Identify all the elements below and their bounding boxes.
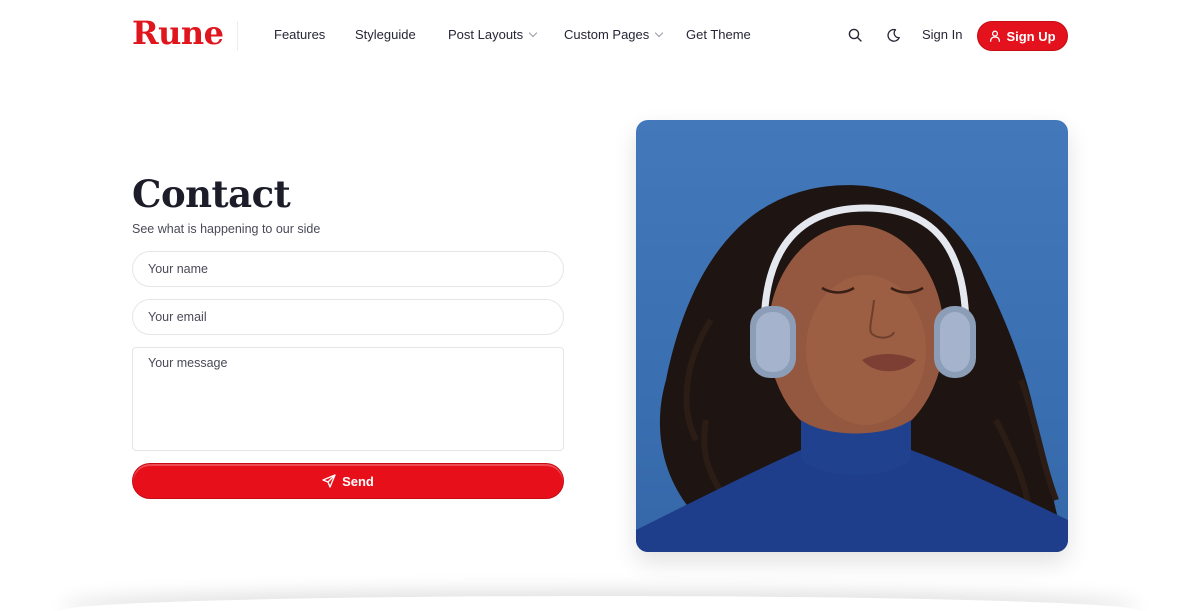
nav-label: Features <box>274 27 326 42</box>
chevron-down-icon <box>655 28 664 38</box>
portrait-illustration <box>636 185 1068 552</box>
sign-in-link[interactable]: Sign In <box>922 27 962 42</box>
footer-edge <box>60 596 1140 611</box>
nav-label: Styleguide <box>355 27 416 42</box>
nav-item-post-layouts[interactable]: Post Layouts <box>448 27 538 42</box>
search-button[interactable] <box>845 25 865 45</box>
chevron-down-icon <box>528 28 538 38</box>
sign-up-label: Sign Up <box>1006 28 1056 44</box>
nav-item-custom-pages[interactable]: Custom Pages <box>564 27 664 42</box>
nav-label: Get Theme <box>686 27 751 42</box>
nav-item-get-theme[interactable]: Get Theme <box>686 27 751 42</box>
moon-icon <box>886 28 900 42</box>
email-field[interactable]: Your email <box>132 299 564 335</box>
site-header: Rune Features Styleguide Post Layouts Cu… <box>0 0 1200 72</box>
send-button[interactable]: Send <box>132 463 564 499</box>
site-logo[interactable]: Rune <box>132 14 224 52</box>
name-field[interactable]: Your name <box>132 251 564 287</box>
message-placeholder: Your message <box>148 356 228 370</box>
name-placeholder: Your name <box>148 262 208 276</box>
message-field[interactable]: Your message <box>132 347 564 451</box>
send-icon <box>322 474 336 488</box>
sign-up-button[interactable]: Sign Up <box>977 21 1068 51</box>
nav-item-features[interactable]: Features <box>274 27 325 42</box>
email-placeholder: Your email <box>148 310 207 324</box>
page-title: Contact <box>132 172 291 216</box>
logo-divider <box>237 21 238 51</box>
nav-label: Custom Pages <box>564 27 650 42</box>
contact-photo <box>636 120 1068 552</box>
send-label: Send <box>342 473 374 489</box>
page-subtitle: See what is happening to our side <box>132 222 321 236</box>
user-icon <box>990 30 1001 42</box>
search-icon <box>848 28 862 42</box>
nav-label: Post Layouts <box>448 27 524 42</box>
theme-toggle-button[interactable] <box>883 25 903 45</box>
nav-item-styleguide[interactable]: Styleguide <box>355 27 416 42</box>
